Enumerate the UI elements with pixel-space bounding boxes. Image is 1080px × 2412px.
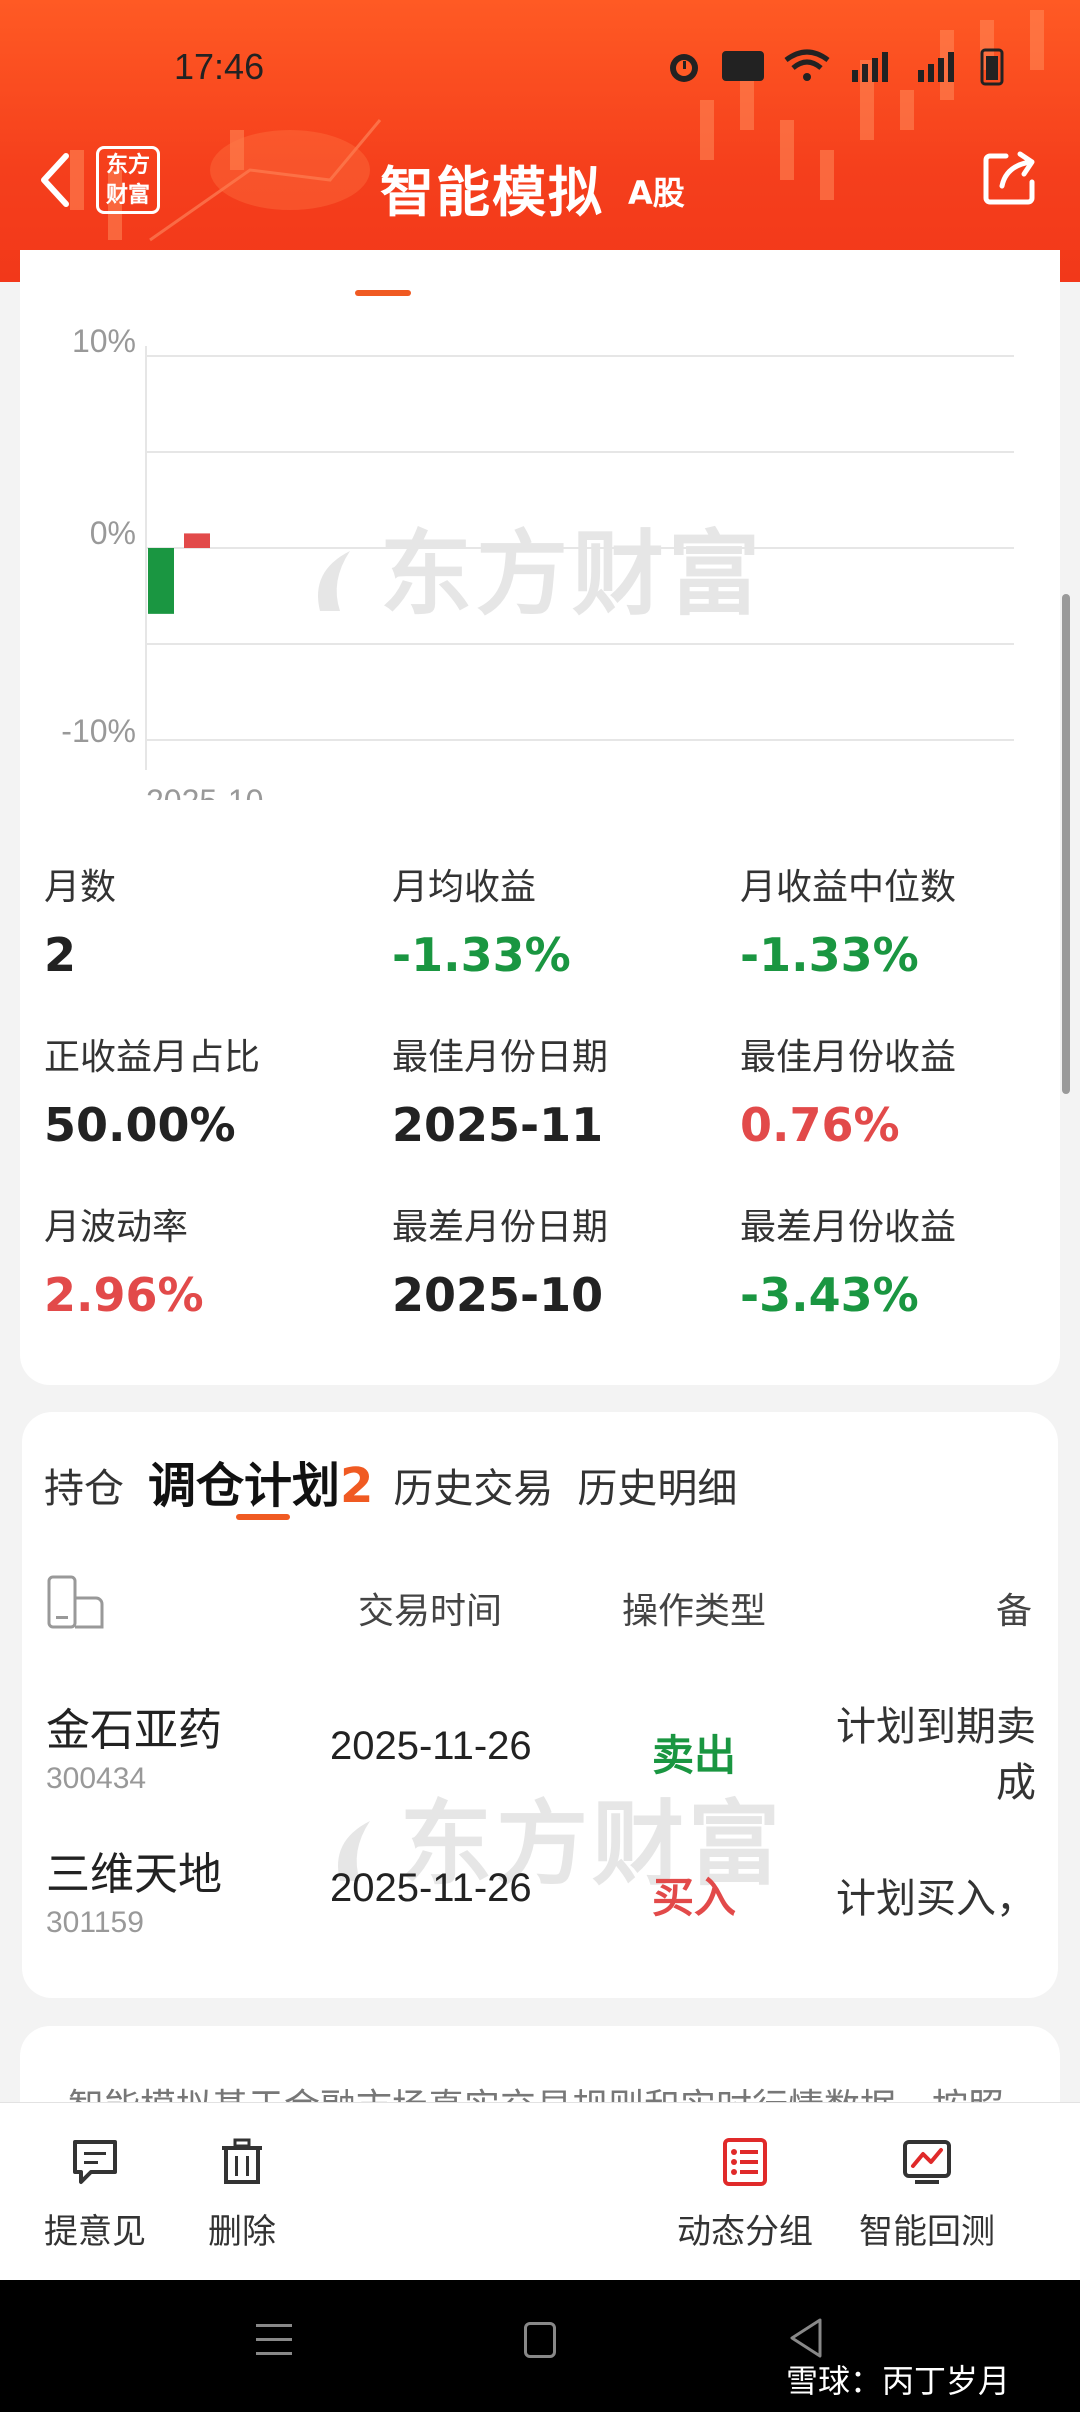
stat-item: 月数 2 <box>44 858 384 982</box>
delete-label: 删除 <box>208 2212 276 2252</box>
list-group-icon <box>723 2138 767 2186</box>
trade-note: 计划到期卖 <box>836 1704 1036 1750</box>
col-head-note: 备 <box>996 1591 1033 1632</box>
active-tab-underline <box>236 1514 290 1520</box>
back-triangle-icon[interactable] <box>786 2316 826 2360</box>
page-subtitle: A股 <box>628 174 685 212</box>
dynamic-group-label: 动态分组 <box>677 2212 813 2252</box>
stat-label: 月数 <box>44 867 117 908</box>
alarm-icon <box>670 54 698 82</box>
status-icons <box>664 46 1004 86</box>
y-tick-label: 10% <box>72 323 136 359</box>
col-head-op: 操作类型 <box>622 1591 767 1632</box>
stat-label: 月收益中位数 <box>740 867 957 908</box>
stat-value: -3.43% <box>740 1268 919 1322</box>
bar-2025-10 <box>148 548 174 614</box>
smart-backtest-button[interactable]: 智能回测 <box>856 2136 998 2253</box>
stat-label: 最差月份日期 <box>392 1207 609 1248</box>
stat-value: 2025-11 <box>392 1098 604 1152</box>
stat-value: 50.00% <box>44 1098 236 1152</box>
trade-op: 买入 <box>652 1873 737 1922</box>
smart-backtest-label: 智能回测 <box>859 2212 995 2252</box>
feedback-button[interactable]: 提意见 <box>40 2136 150 2253</box>
stat-value: 2 <box>44 928 77 982</box>
stat-label: 最佳月份收益 <box>740 1037 957 1078</box>
trade-op: 卖出 <box>652 1731 737 1780</box>
app-logo: 东方 财富 <box>96 146 160 214</box>
col-head-time: 交易时间 <box>358 1591 503 1632</box>
trade-tabs: 持仓 调仓计划2 历史交易 历史明细 <box>44 1446 761 1516</box>
stat-label: 正收益月占比 <box>44 1037 261 1078</box>
battery-icon <box>980 48 1004 86</box>
stat-label: 月波动率 <box>44 1207 189 1248</box>
bar-2025-11 <box>184 533 210 548</box>
tab-holdings[interactable]: 持仓 <box>44 1456 124 1514</box>
stat-item: 最差月份收益 -3.43% <box>740 1198 1080 1322</box>
status-time: 17:46 <box>174 46 265 87</box>
trade-date: 2025-11-26 <box>330 1866 532 1910</box>
x-tick-label: 2025-10 <box>146 783 263 800</box>
home-icon[interactable] <box>524 2322 556 2358</box>
status-bar: 17:46 <box>0 0 1080 140</box>
back-arrow-icon[interactable] <box>34 148 78 212</box>
share-icon[interactable] <box>980 148 1040 208</box>
y-tick-label: -10% <box>61 713 136 749</box>
tab-plan-label: 调仓计划 <box>148 1458 341 1514</box>
stat-label: 最佳月份日期 <box>392 1037 609 1078</box>
stat-item: 月收益中位数 -1.33% <box>740 858 1080 982</box>
stat-value: 0.76% <box>740 1098 900 1152</box>
stat-item: 月均收益 -1.33% <box>392 858 732 982</box>
logo-line-2: 财富 <box>105 183 150 208</box>
wifi-icon <box>784 49 830 81</box>
backtest-chart-icon <box>903 2140 951 2184</box>
trade-note: 计划买入， <box>836 1876 1036 1922</box>
recent-apps-icon[interactable] <box>256 2320 292 2360</box>
stat-value: 2.96% <box>44 1268 204 1322</box>
delete-button[interactable]: 删除 <box>202 2136 282 2253</box>
stat-label: 月均收益 <box>392 867 537 908</box>
stat-value: -1.33% <box>740 928 919 982</box>
stat-item: 最佳月份收益 0.76% <box>740 1028 1080 1152</box>
stat-item: 月波动率 2.96% <box>44 1198 384 1322</box>
monthly-return-chart: 10% 0% -10% 2025-10 <box>61 323 1014 800</box>
stock-code: 300434 <box>46 1762 147 1795</box>
tab-history-detail[interactable]: 历史明细 <box>577 1456 737 1514</box>
logo-line-1: 东方 <box>105 153 150 178</box>
signal-5g-icon-2 <box>918 52 954 82</box>
stat-item: 最差月份日期 2025-10 <box>392 1198 732 1322</box>
stat-value: 2025-10 <box>392 1268 604 1322</box>
scrollbar[interactable] <box>1062 594 1070 1094</box>
stock-name: 金石亚药 <box>46 1705 222 1756</box>
column-switch-icon[interactable] <box>46 1574 110 1630</box>
dynamic-group-button[interactable]: 动态分组 <box>674 2136 816 2253</box>
chart-tab-indicator <box>355 290 411 296</box>
tab-history-trades[interactable]: 历史交易 <box>393 1456 553 1514</box>
stat-item: 最佳月份日期 2025-11 <box>392 1028 732 1152</box>
tab-plan-count: 2 <box>340 1458 374 1514</box>
tab-plan[interactable]: 调仓计划2 <box>148 1446 373 1516</box>
xueqiu-watermark: 雪球：丙丁岁月 <box>786 2362 1011 2400</box>
stat-item: 正收益月占比 50.00% <box>44 1028 384 1152</box>
stock-name: 三维天地 <box>46 1849 222 1900</box>
hd-icon <box>722 51 764 81</box>
feedback-label: 提意见 <box>44 2212 146 2252</box>
y-tick-label: 0% <box>90 515 136 551</box>
signal-5g-icon <box>852 52 888 82</box>
trade-date: 2025-11-26 <box>330 1724 532 1768</box>
stock-code: 301159 <box>46 1906 144 1939</box>
feedback-icon <box>73 2140 117 2184</box>
page-title: 智能模拟 <box>380 161 604 224</box>
stat-value: -1.33% <box>392 928 571 982</box>
trash-icon <box>222 2138 262 2184</box>
stat-label: 最差月份收益 <box>740 1207 957 1248</box>
trade-note-line2: 成 <box>996 1760 1036 1806</box>
